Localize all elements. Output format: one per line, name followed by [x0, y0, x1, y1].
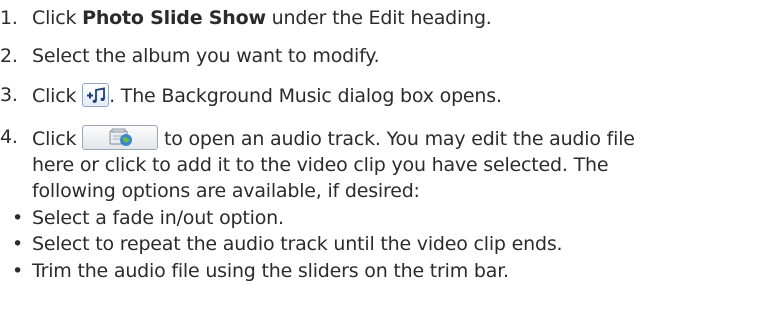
step-number: 2.	[0, 45, 18, 67]
bullet-text: Select a fade in/out option.	[32, 207, 284, 229]
step-text: Click	[32, 128, 83, 150]
step-text: . The Background Music dialog box opens.	[109, 85, 502, 107]
step-text: under the Edit heading.	[265, 7, 492, 29]
add-music-icon	[82, 83, 110, 107]
bullet-symbol: •	[12, 207, 24, 229]
bullet-symbol: •	[12, 233, 24, 255]
instruction-document: 1. Click Photo Slide Show under the Edit…	[0, 0, 770, 331]
ui-term-photo-slide-show: Photo Slide Show	[82, 7, 266, 29]
step-text: to open an audio track. You may edit the…	[158, 128, 635, 150]
open-audio-file-icon	[82, 125, 159, 150]
step-number: 3.	[0, 84, 18, 106]
bullet-symbol: •	[12, 260, 24, 282]
bullet-text: Trim the audio file using the sliders on…	[32, 260, 509, 282]
step-text: following options are available, if desi…	[32, 180, 420, 202]
step-text: Select the album you want to modify.	[32, 45, 380, 67]
step-number: 4.	[0, 126, 18, 148]
step-text: here or click to add it to the video cli…	[32, 154, 609, 176]
step-text: Click	[32, 85, 83, 107]
step-number: 1.	[0, 7, 18, 29]
bullet-text: Select to repeat the audio track until t…	[32, 233, 563, 255]
step-text: Click	[32, 7, 83, 29]
